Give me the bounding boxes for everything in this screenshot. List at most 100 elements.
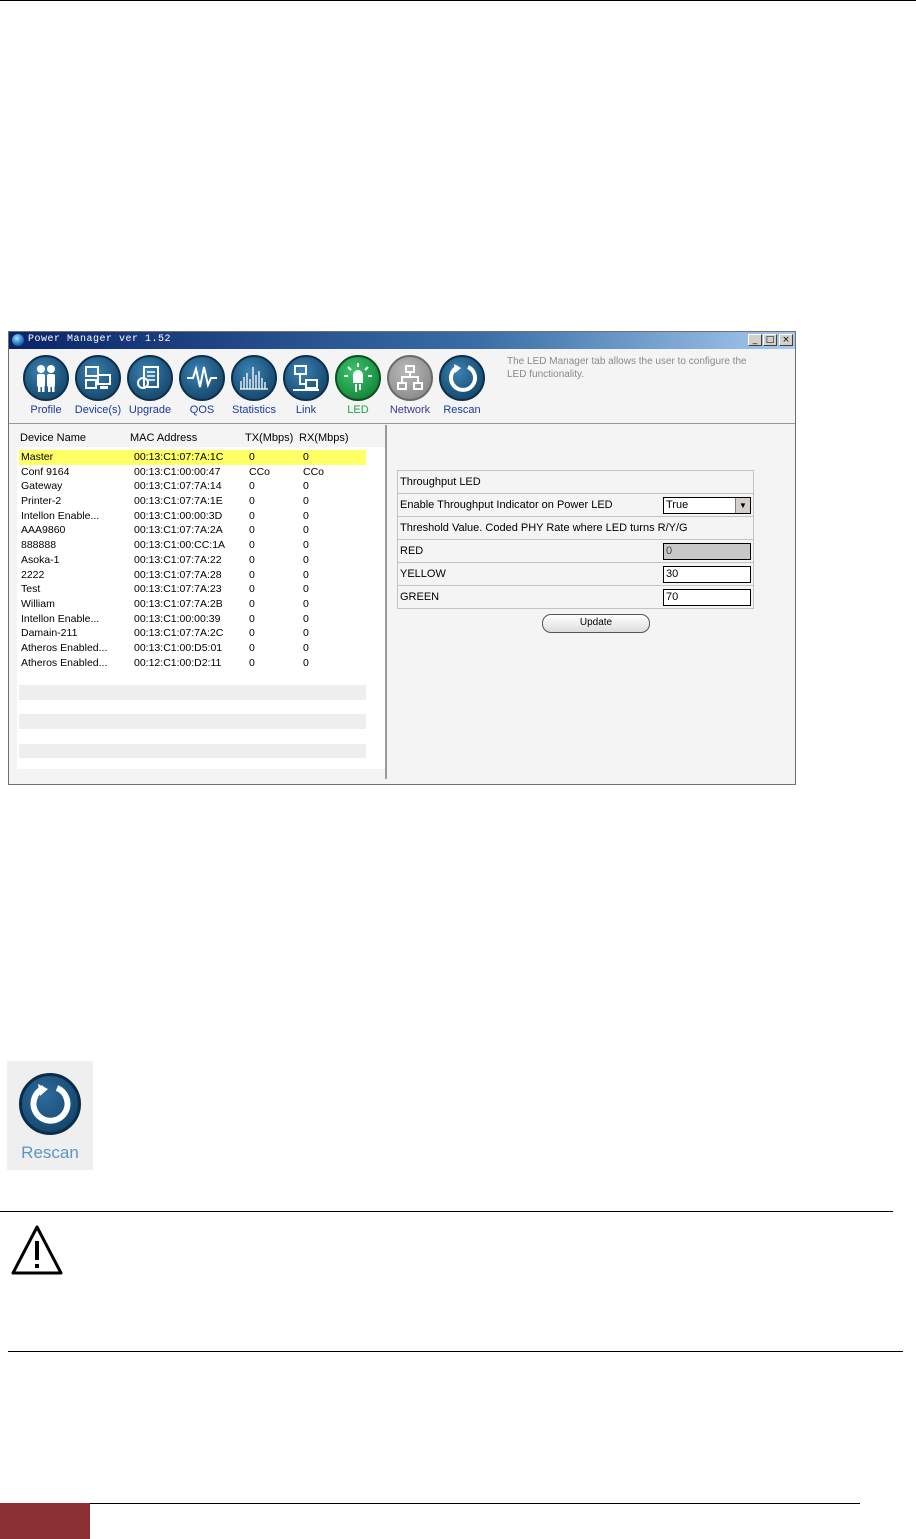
table-row[interactable]: Asoka-1 00:13:C1:07:7A:22 0 0 <box>19 553 366 568</box>
close-button[interactable]: × <box>779 334 793 346</box>
form-row: GREEN 70 <box>398 586 753 609</box>
device-name-cell: 888888 <box>21 539 57 552</box>
column-header-device-name[interactable]: Device Name <box>20 432 86 444</box>
device-name-cell: Conf 9164 <box>21 465 70 478</box>
form-row: Throughput LED <box>398 471 753 494</box>
rx-cell: 0 <box>303 656 309 669</box>
mac-address-cell: 00:13:C1:07:7A:1C <box>134 451 224 463</box>
green-threshold-field[interactable]: 70 <box>663 589 751 606</box>
waveform-icon <box>179 355 225 401</box>
toolbar-led-button[interactable]: LED <box>331 355 385 416</box>
mac-address-cell: 00:13:C1:07:7A:14 <box>134 480 222 493</box>
update-button[interactable]: Update <box>542 614 650 633</box>
panel-splitter[interactable] <box>385 425 387 779</box>
empty-table-row <box>19 743 366 759</box>
tx-cell: CCo <box>249 465 271 478</box>
device-name-cell: Atheros Enabled... <box>21 641 108 654</box>
toolbar-devices-button[interactable]: Device(s) <box>71 355 125 416</box>
green-label: GREEN <box>400 591 440 603</box>
toolbar-network-button[interactable]: Network <box>383 355 437 416</box>
throughput-led-title: Throughput LED <box>400 476 481 488</box>
app-globe-icon <box>12 334 24 346</box>
rescan-icon <box>439 355 485 401</box>
form-row: YELLOW 30 <box>398 563 753 586</box>
mac-address-cell: 00:13:C1:00:D5:01 <box>134 641 223 654</box>
table-row[interactable]: Printer-2 00:13:C1:07:7A:1E 0 0 <box>19 494 366 509</box>
toolbar-label: Device(s) <box>74 404 122 416</box>
toolbar-label: Upgrade <box>128 404 172 416</box>
table-row[interactable]: Conf 9164 00:13:C1:00:00:47 CCo CCo <box>19 465 366 480</box>
rx-cell: 0 <box>303 553 309 566</box>
red-threshold-field: 0 <box>663 543 751 560</box>
mac-address-cell: 00:13:C1:00:CC:1A <box>134 539 226 552</box>
red-label: RED <box>400 545 424 557</box>
rx-cell: 0 <box>303 597 309 610</box>
rx-cell: 0 <box>303 524 309 537</box>
table-row[interactable]: Intellon Enable... 00:13:C1:00:00:39 0 0 <box>19 612 366 627</box>
toolbar-label: Statistics <box>231 404 276 416</box>
table-row[interactable]: 2222 00:13:C1:07:7A:28 0 0 <box>19 568 366 583</box>
toolbar: Profile Device(s) Upgrade QOS Statistics <box>9 349 795 424</box>
empty-table-row <box>19 729 366 744</box>
yellow-threshold-field[interactable]: 30 <box>663 566 751 583</box>
mac-address-cell: 00:13:C1:07:7A:28 <box>134 568 222 581</box>
table-row[interactable]: Test 00:13:C1:07:7A:23 0 0 <box>19 582 366 597</box>
note-bottom-rule <box>8 1351 903 1352</box>
tx-cell: 0 <box>249 597 255 610</box>
tx-cell: 0 <box>249 495 255 508</box>
table-row[interactable]: Intellon Enable... 00:13:C1:00:00:3D 0 0 <box>19 509 366 524</box>
table-row[interactable]: Damain-211 00:13:C1:07:7A:2C 0 0 <box>19 626 366 641</box>
tx-cell: 0 <box>249 627 255 640</box>
toolbar-label: QOS <box>189 404 215 416</box>
table-row[interactable]: Gateway 00:13:C1:07:7A:14 0 0 <box>19 479 366 494</box>
column-header-mac-address[interactable]: MAC Address <box>130 432 197 444</box>
rx-cell: 0 <box>303 495 309 508</box>
mac-address-cell: 00:13:C1:07:7A:2C <box>134 627 224 640</box>
column-header-rx[interactable]: RX(Mbps) <box>299 432 349 444</box>
rx-cell: 0 <box>303 509 309 522</box>
led-settings-form: Throughput LED Enable Throughput Indicat… <box>397 470 754 609</box>
toolbar-qos-button[interactable]: QOS <box>175 355 229 416</box>
toolbar-statistics-button[interactable]: Statistics <box>227 355 281 416</box>
table-row[interactable]: 888888 00:13:C1:00:CC:1A 0 0 <box>19 538 366 553</box>
tx-cell: 0 <box>249 539 255 552</box>
tx-cell: 0 <box>249 612 255 625</box>
power-manager-window: Power Manager ver 1.52 _ □ × Profile Dev… <box>8 331 796 785</box>
rx-cell: 0 <box>303 612 309 625</box>
rx-cell: 0 <box>303 451 309 463</box>
tx-cell: 0 <box>249 524 255 537</box>
table-row[interactable]: AAA9860 00:13:C1:07:7A:2A 0 0 <box>19 523 366 538</box>
mac-address-cell: 00:13:C1:07:7A:23 <box>134 583 222 596</box>
toolbar-label: Rescan <box>443 404 481 416</box>
table-row[interactable]: Atheros Enabled... 00:12:C1:00:D2:11 0 0 <box>19 656 366 671</box>
column-header-tx[interactable]: TX(Mbps) <box>245 432 293 444</box>
rx-cell: CCo <box>303 465 325 478</box>
device-name-cell: Gateway <box>21 480 63 493</box>
empty-table-row <box>19 670 366 685</box>
empty-table-row <box>19 685 366 700</box>
chevron-down-icon[interactable]: ▼ <box>735 498 750 513</box>
enable-indicator-value: True <box>666 499 689 511</box>
tx-cell: 0 <box>249 509 255 522</box>
table-row[interactable]: William 00:13:C1:07:7A:2B 0 0 <box>19 597 366 612</box>
footer-color-block <box>0 1503 90 1539</box>
device-name-cell: Atheros Enabled... <box>21 656 108 669</box>
enable-indicator-select[interactable]: True ▼ <box>663 497 751 514</box>
toolbar-upgrade-button[interactable]: Upgrade <box>123 355 177 416</box>
toolbar-rescan-button[interactable]: Rescan <box>435 355 489 416</box>
title-bar[interactable]: Power Manager ver 1.52 _ □ × <box>9 332 795 349</box>
minimize-button[interactable]: _ <box>748 334 762 346</box>
toolbar-profile-button[interactable]: Profile <box>19 355 73 416</box>
toolbar-label: Link <box>295 404 317 416</box>
toolbar-label: LED <box>347 404 369 416</box>
mac-address-cell: 00:12:C1:00:D2:11 <box>134 656 222 669</box>
mac-address-cell: 00:13:C1:00:00:3D <box>134 509 223 522</box>
table-row[interactable]: Master 00:13:C1:07:7A:1C 0 0 <box>19 450 366 465</box>
table-row[interactable]: Atheros Enabled... 00:13:C1:00:D5:01 0 0 <box>19 641 366 656</box>
mac-address-cell: 00:13:C1:07:7A:2A <box>134 524 223 537</box>
device-name-cell: Test <box>21 583 41 596</box>
maximize-button[interactable]: □ <box>763 334 777 346</box>
device-name-cell: Printer-2 <box>21 495 62 508</box>
toolbar-link-button[interactable]: Link <box>279 355 333 416</box>
rx-cell: 0 <box>303 641 309 654</box>
